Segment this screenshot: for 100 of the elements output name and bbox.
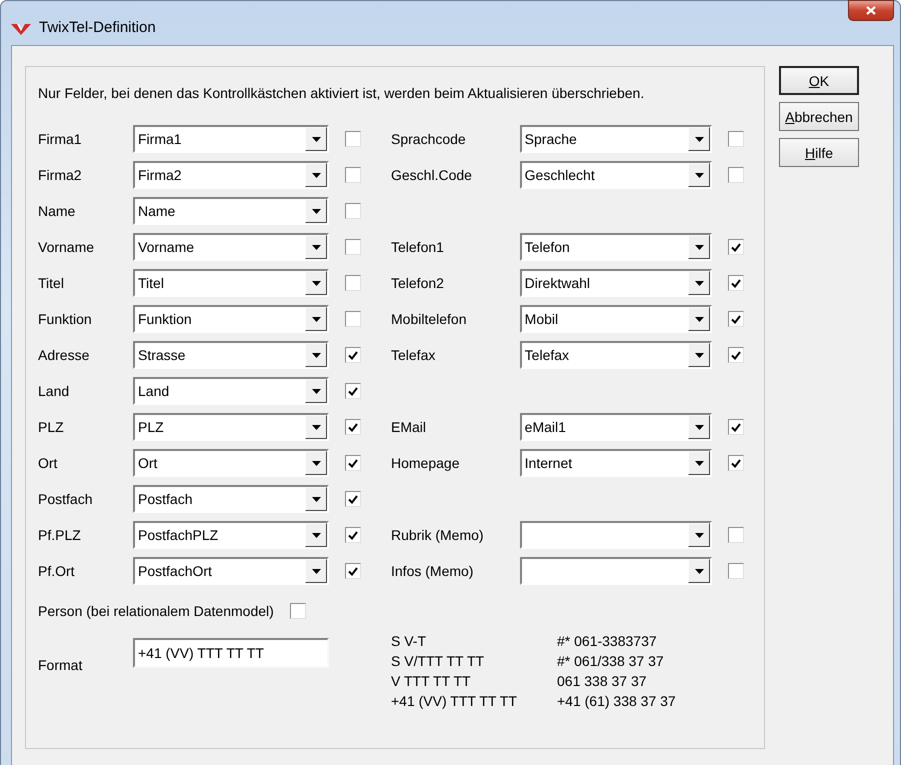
checkbox[interactable] xyxy=(728,419,744,435)
checkbox[interactable] xyxy=(345,275,361,291)
dropdown-button[interactable] xyxy=(688,559,710,583)
dropdown-button[interactable] xyxy=(305,523,327,547)
checkmark-icon xyxy=(348,530,358,540)
dropdown-button[interactable] xyxy=(305,271,327,295)
dropdown-arrow-icon xyxy=(694,316,704,322)
checkbox[interactable] xyxy=(290,603,306,619)
field-label: Funktion xyxy=(38,311,93,327)
dropdown-field[interactable]: Sprache xyxy=(520,125,712,153)
dropdown-field[interactable]: Land xyxy=(133,377,329,405)
dropdown-field[interactable]: Mobil xyxy=(520,305,712,333)
dropdown-button[interactable] xyxy=(305,451,327,475)
checkbox[interactable] xyxy=(345,347,361,363)
dropdown-field[interactable]: Firma2 xyxy=(133,161,329,189)
dropdown-field[interactable]: PostfachPLZ xyxy=(133,521,329,549)
checkbox[interactable] xyxy=(728,563,744,579)
dropdown-field[interactable]: Direktwahl xyxy=(520,269,712,297)
checkbox[interactable] xyxy=(345,527,361,543)
person-label: Person (bei relationalem Datenmodel) xyxy=(38,603,274,619)
checkbox[interactable] xyxy=(345,131,361,147)
dropdown-button[interactable] xyxy=(688,235,710,259)
dropdown-arrow-icon xyxy=(694,244,704,250)
dropdown-field[interactable]: Internet xyxy=(520,449,712,477)
dropdown-button[interactable] xyxy=(305,235,327,259)
dropdown-button[interactable] xyxy=(305,379,327,403)
window-title: TwixTel-Definition xyxy=(39,19,156,36)
checkbox[interactable] xyxy=(728,455,744,471)
dropdown-field[interactable]: Telefax xyxy=(520,341,712,369)
dropdown-button[interactable] xyxy=(305,559,327,583)
dropdown-field[interactable]: Firma1 xyxy=(133,125,329,153)
checkbox[interactable] xyxy=(728,347,744,363)
checkbox[interactable] xyxy=(728,311,744,327)
dropdown-button[interactable] xyxy=(305,163,327,187)
checkbox[interactable] xyxy=(345,311,361,327)
field-label: Pf.Ort xyxy=(38,563,76,579)
dropdown-button[interactable] xyxy=(688,307,710,331)
checkbox[interactable] xyxy=(345,167,361,183)
dropdown-field[interactable] xyxy=(520,521,712,549)
checkmark-icon xyxy=(348,350,358,360)
dropdown-arrow-icon xyxy=(312,208,320,214)
dialog-button[interactable]: Abbrechen xyxy=(779,102,859,131)
dropdown-field[interactable]: Postfach xyxy=(133,485,329,513)
close-button[interactable] xyxy=(848,0,894,21)
dropdown-button[interactable] xyxy=(688,523,710,547)
dropdown-field[interactable]: Titel xyxy=(133,269,329,297)
format-pattern: S V-T xyxy=(391,633,428,649)
format-input[interactable]: +41 (VV) TTT TT TT xyxy=(133,638,329,668)
checkbox[interactable] xyxy=(345,239,361,255)
dropdown-button[interactable] xyxy=(305,343,327,367)
dropdown-field[interactable]: Name xyxy=(133,197,329,225)
checkbox[interactable] xyxy=(345,383,361,399)
dialog-button[interactable]: Hilfe xyxy=(779,138,859,167)
intro-text: Nur Felder, bei denen das Kontrollkästchen aktiviert ist, werden beim Aktualisieren überschrieben. xyxy=(38,85,646,101)
field-label: Homepage xyxy=(391,455,460,471)
dropdown-arrow-icon xyxy=(312,388,320,394)
dropdown-button[interactable] xyxy=(305,127,327,151)
checkbox[interactable] xyxy=(345,419,361,435)
dropdown-field[interactable]: Telefon xyxy=(520,233,712,261)
checkbox[interactable] xyxy=(728,527,744,543)
field-label: Postfach xyxy=(38,491,94,507)
dropdown-button[interactable] xyxy=(305,487,327,511)
dropdown-field[interactable]: PostfachOrt xyxy=(133,557,329,585)
dropdown-button[interactable] xyxy=(305,307,327,331)
dropdown-button[interactable] xyxy=(688,127,710,151)
format-sample: #* 061/338 37 37 xyxy=(557,653,665,669)
dropdown-button[interactable] xyxy=(688,451,710,475)
checkbox[interactable] xyxy=(728,275,744,291)
dropdown-arrow-icon xyxy=(694,172,704,178)
dropdown-button[interactable] xyxy=(305,199,327,223)
field-label: Mobiltelefon xyxy=(391,311,468,327)
checkbox[interactable] xyxy=(345,491,361,507)
dropdown-button[interactable] xyxy=(305,415,327,439)
dropdown-button[interactable] xyxy=(688,271,710,295)
dropdown-field[interactable]: Strasse xyxy=(133,341,329,369)
checkmark-icon xyxy=(731,458,742,468)
field-label: Sprachcode xyxy=(391,131,467,147)
dropdown-arrow-icon xyxy=(312,280,320,286)
dropdown-field[interactable]: Funktion xyxy=(133,305,329,333)
dialog-button[interactable]: OK xyxy=(779,66,859,95)
dropdown-button[interactable] xyxy=(688,163,710,187)
checkbox[interactable] xyxy=(345,203,361,219)
dropdown-field[interactable]: Ort xyxy=(133,449,329,477)
dropdown-field[interactable] xyxy=(520,557,712,585)
checkbox[interactable] xyxy=(345,455,361,471)
dropdown-field[interactable]: PLZ xyxy=(133,413,329,441)
dropdown-field[interactable]: Geschlecht xyxy=(520,161,712,189)
dropdown-button[interactable] xyxy=(688,343,710,367)
checkbox[interactable] xyxy=(345,563,361,579)
dropdown-field[interactable]: eMail1 xyxy=(520,413,712,441)
checkbox[interactable] xyxy=(728,167,744,183)
checkbox[interactable] xyxy=(728,131,744,147)
dropdown-arrow-icon xyxy=(312,316,320,322)
dropdown-field[interactable]: Vorname xyxy=(133,233,329,261)
checkmark-icon xyxy=(348,566,358,576)
dropdown-button[interactable] xyxy=(688,415,710,439)
dropdown-arrow-icon xyxy=(312,172,320,178)
dropdown-arrow-icon xyxy=(694,424,704,430)
checkbox[interactable] xyxy=(728,239,744,255)
format-pattern: +41 (VV) TTT TT TT xyxy=(391,693,518,709)
